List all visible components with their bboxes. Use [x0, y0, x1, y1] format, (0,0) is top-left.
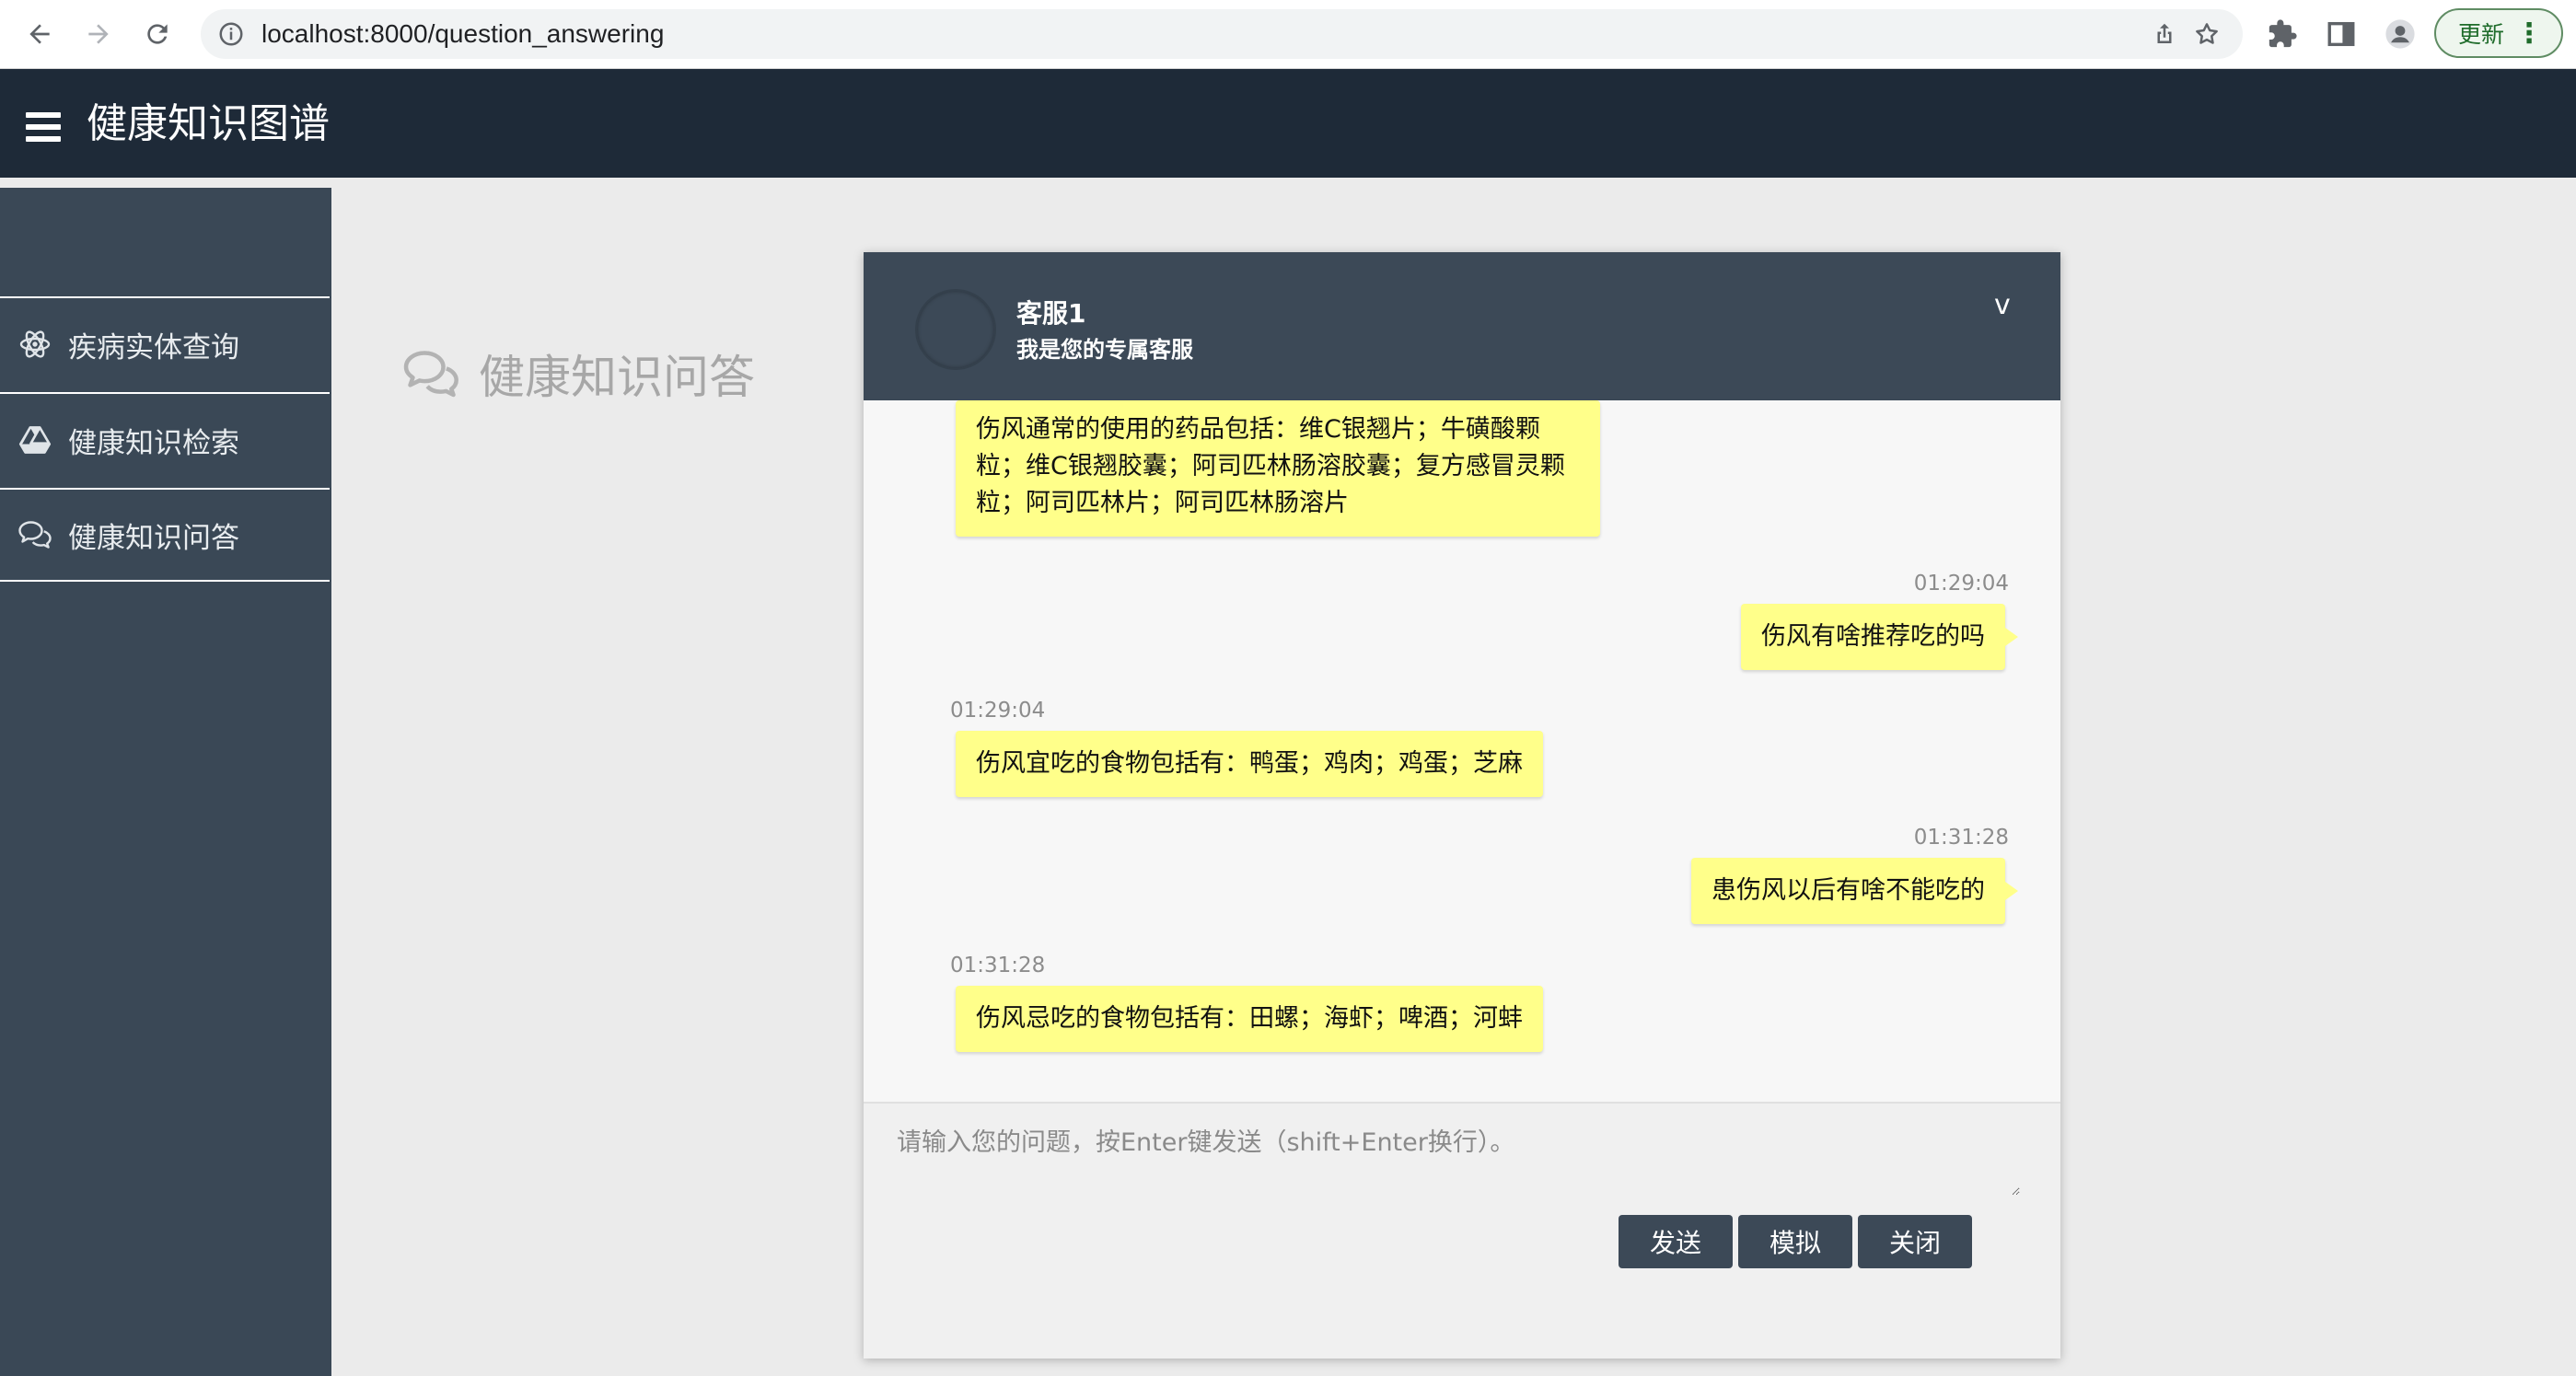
- collapse-chevron-icon[interactable]: v: [1994, 289, 2011, 321]
- forward-button[interactable]: [75, 11, 122, 57]
- send-button[interactable]: 发送: [1619, 1215, 1733, 1268]
- chat-bubbles-icon: [403, 351, 458, 398]
- extensions-icon[interactable]: [2267, 18, 2298, 50]
- app-header: 健康知识图谱: [0, 69, 2576, 178]
- bot-message-bubble: 伤风宜吃的食物包括有：鸭蛋；鸡肉；鸡蛋；芝麻: [956, 731, 1543, 797]
- star-icon[interactable]: [2193, 20, 2221, 48]
- reload-button[interactable]: [134, 11, 180, 57]
- back-button[interactable]: [17, 11, 63, 57]
- message-list[interactable]: 伤风通常的使用的药品包括：维C银翘片；牛磺酸颗粒；维C银翘胶囊；阿司匹林肠溶胶囊…: [864, 400, 2060, 1102]
- chat-header: 客服1 我是您的专属客服 v: [864, 252, 2060, 400]
- info-icon[interactable]: [217, 20, 245, 48]
- update-button[interactable]: 更新 ⋮: [2434, 8, 2563, 58]
- message-timestamp: 01:29:04: [1913, 572, 2009, 595]
- chat-panel: 客服1 我是您的专属客服 v 伤风通常的使用的药品包括：维C银翘片；牛磺酸颗粒；…: [864, 252, 2060, 1359]
- sidebar-item-label: 健康知识问答: [68, 521, 239, 555]
- arrow-left-icon: [29, 24, 50, 44]
- url-text: localhost:8000/question_answering: [261, 19, 665, 48]
- chat-message-input[interactable]: [897, 1122, 2020, 1196]
- profile-avatar-icon[interactable]: [2385, 18, 2416, 50]
- sidebar-item-health-knowledge-search[interactable]: 健康知识检索: [0, 392, 330, 486]
- message-timestamp: 01:29:04: [950, 699, 1046, 723]
- chat-input-area: 发送 模拟 关闭: [864, 1102, 2060, 1359]
- address-bar[interactable]: localhost:8000/question_answering: [201, 9, 2243, 59]
- sidebar: 疾病实体查询 健康知识检索 健康知识问答: [0, 188, 331, 1376]
- agent-avatar: [915, 289, 996, 370]
- browser-toolbar: localhost:8000/question_answering 更新 ⋮: [0, 0, 2576, 69]
- app-title: 健康知识图谱: [87, 100, 330, 147]
- chat-bubbles-icon: [18, 521, 52, 549]
- user-message-bubble: 患伤风以后有啥不能吃的: [1691, 858, 2018, 924]
- page-title: 健康知识问答: [479, 351, 755, 404]
- share-icon[interactable]: [2151, 20, 2178, 48]
- message-timestamp: 01:31:28: [950, 954, 1046, 977]
- sidebar-item-health-knowledge-qa[interactable]: 健康知识问答: [0, 488, 330, 582]
- bot-message-bubble: 伤风忌吃的食物包括有：田螺；海虾；啤酒；河蚌: [956, 986, 1543, 1052]
- page-heading: 健康知识问答: [403, 341, 755, 407]
- sidebar-item-disease-entity-query[interactable]: 疾病实体查询: [0, 296, 330, 390]
- side-panel-icon[interactable]: [2326, 18, 2357, 50]
- sidebar-item-label: 疾病实体查询: [68, 330, 239, 364]
- agent-name: 客服1: [1016, 298, 1086, 329]
- reload-icon: [147, 24, 168, 44]
- agent-subtitle: 我是您的专属客服: [1016, 337, 1193, 363]
- browser-menu-icon[interactable]: ⋮: [2515, 20, 2543, 48]
- update-label: 更新: [2458, 21, 2505, 48]
- bot-message-bubble: 伤风通常的使用的药品包括：维C银翘片；牛磺酸颗粒；维C银翘胶囊；阿司匹林肠溶胶囊…: [956, 400, 1600, 537]
- atom-icon: [19, 330, 51, 358]
- drive-icon: [18, 426, 52, 454]
- sidebar-item-label: 健康知识检索: [68, 426, 239, 460]
- hamburger-menu-icon[interactable]: [26, 112, 63, 144]
- message-timestamp: 01:31:28: [1913, 826, 2009, 850]
- user-message-bubble: 伤风有啥推荐吃的吗: [1741, 604, 2018, 670]
- arrow-right-icon: [88, 24, 109, 44]
- close-button[interactable]: 关闭: [1858, 1215, 1972, 1268]
- simulate-button[interactable]: 模拟: [1738, 1215, 1852, 1268]
